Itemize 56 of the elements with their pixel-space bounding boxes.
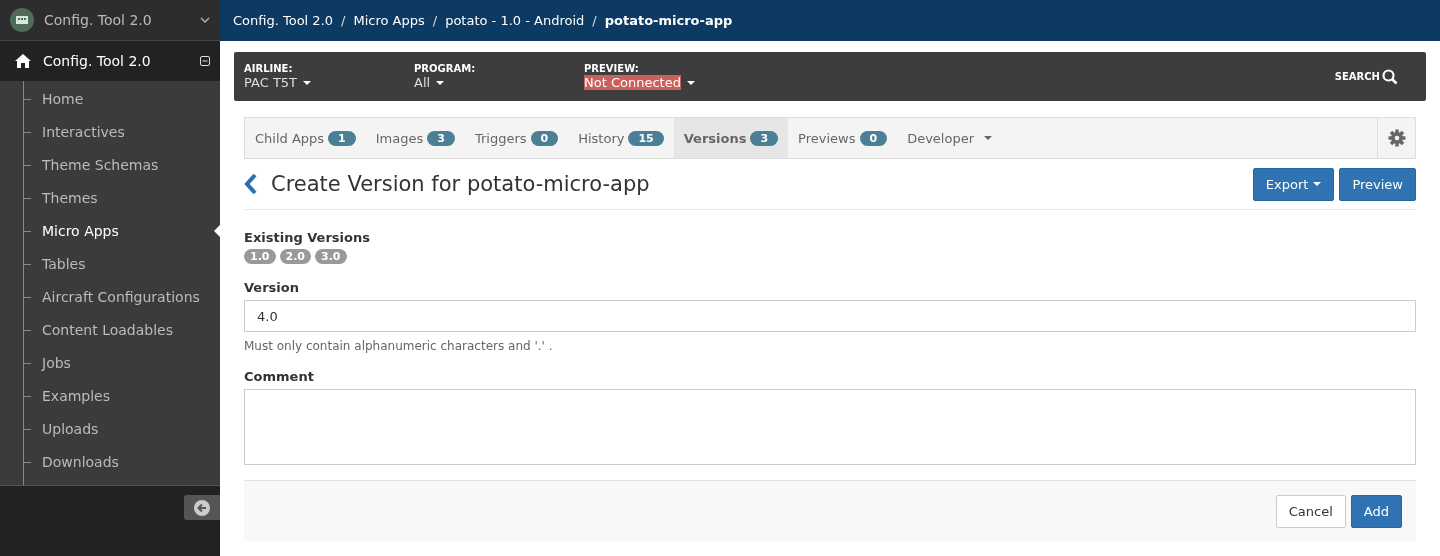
page-title: Create Version for potato-micro-app bbox=[271, 172, 650, 196]
tab[interactable]: Images 3 bbox=[365, 118, 465, 158]
breadcrumb-link[interactable]: Config. Tool 2.0 bbox=[233, 13, 334, 28]
arrow-left-icon bbox=[194, 499, 210, 516]
field-label: Comment bbox=[244, 369, 314, 384]
breadcrumb-current: potato-micro-app bbox=[604, 13, 733, 28]
sidebar-item[interactable]: Examples bbox=[0, 380, 220, 413]
home-icon bbox=[14, 53, 32, 69]
sidebar-item[interactable]: Jobs bbox=[0, 347, 220, 380]
breadcrumb-link[interactable]: potato - 1.0 - Android bbox=[445, 13, 585, 28]
sidebar-item[interactable]: Content Loadables bbox=[0, 314, 220, 347]
breadcrumb-separator: / bbox=[592, 13, 597, 28]
collapse-icon[interactable] bbox=[200, 56, 210, 66]
action-button[interactable]: Export bbox=[1252, 167, 1335, 201]
tab[interactable]: Triggers 0 bbox=[464, 118, 569, 158]
filter-label: PROGRAM: bbox=[414, 63, 477, 74]
version-field[interactable]: 4.0 bbox=[244, 300, 1416, 332]
app-logo-icon bbox=[10, 8, 34, 32]
tab[interactable]: Child Apps 1 bbox=[245, 118, 366, 158]
sidebar-item[interactable]: Home bbox=[0, 83, 220, 116]
settings-icon bbox=[1387, 129, 1406, 147]
tab[interactable]: Developer bbox=[897, 118, 1003, 158]
cancel-button[interactable]: Cancel bbox=[1275, 494, 1346, 528]
field-label: Version bbox=[244, 280, 299, 295]
action-button[interactable]: Preview bbox=[1339, 167, 1416, 201]
tab[interactable]: Previews 0 bbox=[788, 118, 898, 158]
sidebar-item[interactable]: Themes bbox=[0, 182, 220, 215]
help-text: Must only contain alphanumeric characters and '.' . bbox=[244, 339, 553, 353]
sidebar-item[interactable]: Interactives bbox=[0, 116, 220, 149]
breadcrumb-link[interactable]: Micro Apps bbox=[353, 13, 425, 28]
sidebar-item[interactable]: Uploads bbox=[0, 413, 220, 446]
back-icon[interactable] bbox=[244, 173, 258, 195]
version-tag: 3.0 bbox=[315, 249, 347, 264]
sidebar-item[interactable]: Theme Schemas bbox=[0, 149, 220, 182]
field-label: Existing Versions bbox=[244, 230, 370, 245]
search-button[interactable]: SEARCH bbox=[1328, 67, 1404, 86]
sidebar-item[interactable]: Micro Apps bbox=[0, 215, 220, 248]
tab[interactable]: History 15 bbox=[568, 118, 674, 158]
filter-label: AIRLINE: bbox=[244, 63, 294, 74]
sidebar-item[interactable]: Tables bbox=[0, 248, 220, 281]
version-tag: 1.0 bbox=[244, 249, 276, 264]
sidebar-item[interactable]: Downloads bbox=[0, 446, 220, 479]
breadcrumb-separator: / bbox=[432, 13, 438, 28]
comment-field[interactable] bbox=[244, 389, 1416, 465]
filter-label: PREVIEW: bbox=[584, 63, 640, 74]
breadcrumb-separator: / bbox=[341, 13, 346, 28]
app-switcher[interactable]: Config. Tool 2.0 bbox=[0, 0, 220, 41]
sidebar-item[interactable]: Aircraft Configurations bbox=[0, 281, 220, 314]
search-icon bbox=[1382, 68, 1398, 85]
chevron-down-icon bbox=[200, 17, 210, 23]
version-tag: 2.0 bbox=[279, 249, 311, 264]
filter-dropdown[interactable]: All bbox=[414, 75, 445, 90]
tab[interactable]: Versions 3 bbox=[673, 118, 789, 158]
collapse-sidebar-button[interactable] bbox=[184, 495, 220, 520]
add-button[interactable]: Add bbox=[1350, 494, 1402, 528]
filter-dropdown[interactable]: PAC T5T bbox=[244, 75, 312, 90]
